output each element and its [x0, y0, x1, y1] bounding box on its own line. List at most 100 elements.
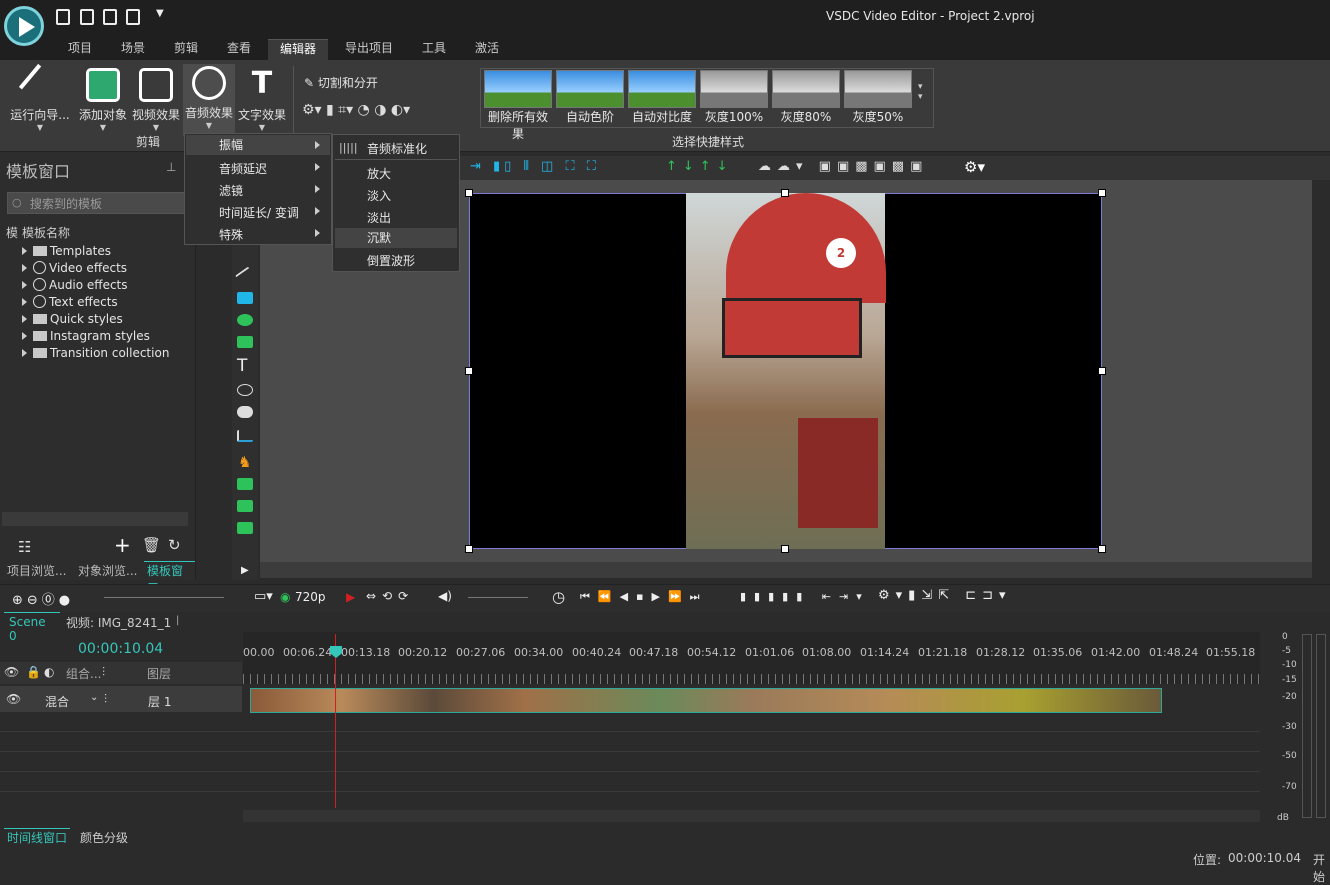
blend-dropdown-icon[interactable]: ⌄: [90, 692, 98, 703]
preview-mode-icon[interactable]: ▭▾: [254, 589, 273, 604]
tab-edit[interactable]: 剪辑: [174, 39, 198, 61]
menu-item-time-stretch[interactable]: 时间延长/ 变调: [219, 204, 299, 221]
menu-item-normalize[interactable]: 音频标准化: [367, 140, 427, 157]
text-effects-button[interactable]: T 文字效果 ▼: [236, 66, 288, 136]
save-icon[interactable]: [103, 9, 117, 25]
add-object-button[interactable]: 添加对象 ▼: [79, 66, 127, 136]
tree-item-transitions[interactable]: Transition collection: [22, 346, 169, 360]
resize-handle[interactable]: [465, 367, 473, 375]
rectangle-tool-icon[interactable]: [237, 292, 253, 304]
video-effects-button[interactable]: 视频效果 ▼: [131, 66, 181, 136]
volume-slider[interactable]: [468, 597, 528, 598]
expand-arrow-icon[interactable]: [22, 315, 27, 323]
menu-item-audio-delay[interactable]: 音频延迟: [219, 160, 267, 177]
resize-handle[interactable]: [1098, 367, 1106, 375]
zoom-controls[interactable]: ⊕⊖⓪●: [12, 589, 74, 608]
expand-arrow-icon[interactable]: [22, 332, 27, 340]
blend-mode-icon[interactable]: ◐: [44, 665, 54, 679]
app-logo-icon[interactable]: [4, 6, 44, 46]
zoom-slider[interactable]: [104, 597, 224, 598]
tree-item-video-effects[interactable]: Video effects: [22, 261, 127, 275]
horizontal-scrollbar[interactable]: [2, 512, 188, 526]
tree-item-audio-effects[interactable]: Audio effects: [22, 278, 128, 292]
timeline-scrollbar[interactable]: [243, 810, 1260, 822]
loop-icons[interactable]: ⇔⟲⟳: [366, 589, 414, 603]
tree-view-icon[interactable]: ☷: [18, 538, 31, 556]
settings-gear-icon[interactable]: ⚙▾: [964, 158, 985, 176]
tab-scene[interactable]: 场景: [121, 39, 145, 61]
menu-item-amplitude[interactable]: 振幅: [186, 135, 330, 155]
crop-tools-row[interactable]: ⚙▾ ▮ ⌗▾ ◔ ◑ ◐▾: [302, 102, 410, 118]
tab-project[interactable]: 项目: [68, 39, 92, 61]
tab-activate[interactable]: 激活: [475, 39, 499, 61]
ellipse-tool-icon[interactable]: [237, 314, 253, 326]
menu-item-fade-in[interactable]: 淡入: [367, 187, 391, 204]
marker-controls[interactable]: ▮▮▮▮▮ ⇤⇥▾: [740, 590, 870, 603]
quick-style-remove-all[interactable]: 删除所有效果: [484, 70, 552, 141]
visibility-eye-icon[interactable]: 👁: [4, 665, 19, 679]
playhead[interactable]: [335, 634, 336, 808]
delete-icon[interactable]: 🗑: [142, 536, 161, 554]
menu-item-special[interactable]: 特殊: [219, 226, 243, 243]
audio-tool-icon[interactable]: [237, 500, 253, 512]
canvas-horizontal-scrollbar[interactable]: [260, 562, 1312, 578]
menu-item-silence[interactable]: 沉默: [335, 228, 457, 248]
expand-arrow-icon[interactable]: [22, 264, 27, 272]
menu-item-amplify[interactable]: 放大: [367, 165, 391, 182]
tab-tools[interactable]: 工具: [422, 39, 446, 61]
tree-item-text-effects[interactable]: Text effects: [22, 295, 118, 309]
toolstrip-expand-icon[interactable]: ▶: [241, 565, 249, 576]
grouping-icons[interactable]: ☁☁▾ ▣▣▩▣▩▣: [758, 159, 928, 174]
template-search-input[interactable]: 搜索到的模板: [7, 192, 187, 214]
tree-item-templates[interactable]: Templates: [22, 244, 111, 258]
resize-handle[interactable]: [781, 189, 789, 197]
expand-arrow-icon[interactable]: [22, 281, 27, 289]
video-preview[interactable]: 2: [686, 193, 886, 549]
export-icon[interactable]: [126, 9, 140, 25]
resolution-select[interactable]: 720p: [295, 590, 326, 604]
tab-scene[interactable]: Scene 0: [4, 612, 60, 643]
quick-access-menu-icon[interactable]: ▼: [156, 8, 164, 19]
video-clip[interactable]: [250, 688, 1162, 713]
tree-item-quick-styles[interactable]: Quick styles: [22, 312, 123, 326]
resize-handle[interactable]: [781, 545, 789, 553]
alignment-icons[interactable]: ⇥ ▮▯ ⫴ ◫ ⛶ ⛶: [470, 159, 600, 174]
layer-audio-icon[interactable]: ⫶: [104, 692, 107, 707]
refresh-icon[interactable]: ↻: [168, 536, 181, 554]
image-tool-icon[interactable]: [237, 478, 253, 490]
record-icon[interactable]: ▶: [346, 590, 355, 604]
open-project-icon[interactable]: [80, 9, 94, 25]
audio-wave-icon[interactable]: ⫶: [102, 665, 105, 680]
resize-handle[interactable]: [465, 545, 473, 553]
resize-handle[interactable]: [465, 189, 473, 197]
layer-row[interactable]: [0, 686, 242, 712]
text-tool-icon[interactable]: T: [237, 356, 247, 376]
subtitle-tool-icon[interactable]: [237, 384, 253, 396]
video-tool-icon[interactable]: [237, 522, 253, 534]
quick-style-gray-50[interactable]: 灰度50%: [844, 70, 912, 128]
line-tool-icon[interactable]: [235, 266, 255, 286]
tab-export[interactable]: 导出项目: [345, 39, 393, 61]
resize-handle[interactable]: [1098, 545, 1106, 553]
quick-style-auto-levels[interactable]: 自动色阶: [556, 70, 624, 128]
gallery-scroll-icon[interactable]: ▾ ▾: [918, 82, 923, 102]
lock-icon[interactable]: 🔒: [26, 665, 41, 679]
speech-bubble-icon[interactable]: [237, 406, 253, 418]
tab-timeline-window[interactable]: 时间线窗口: [4, 828, 71, 846]
expand-arrow-icon[interactable]: [22, 247, 27, 255]
audio-effects-button[interactable]: 音频效果 ▼: [183, 64, 235, 136]
tree-item-instagram-styles[interactable]: Instagram styles: [22, 329, 150, 343]
layer-visibility-icon[interactable]: 👁: [6, 692, 21, 706]
tab-project-explorer[interactable]: 项目浏览...: [7, 562, 66, 579]
animation-tool-icon[interactable]: ♞: [238, 453, 251, 471]
volume-icon[interactable]: ◀): [438, 589, 452, 603]
add-icon[interactable]: +: [114, 533, 131, 557]
menu-item-filters[interactable]: 滤镜: [219, 182, 243, 199]
expand-arrow-icon[interactable]: [22, 349, 27, 357]
quick-style-gray-100[interactable]: 灰度100%: [700, 70, 768, 128]
clock-icon[interactable]: ◷: [552, 588, 565, 606]
freeform-tool-icon[interactable]: [237, 336, 253, 348]
tab-clip[interactable]: 视频: IMG_8241_1: [66, 614, 171, 631]
cut-split-button[interactable]: ✎ 切割和分开: [304, 74, 378, 91]
resize-handle[interactable]: [1098, 189, 1106, 197]
